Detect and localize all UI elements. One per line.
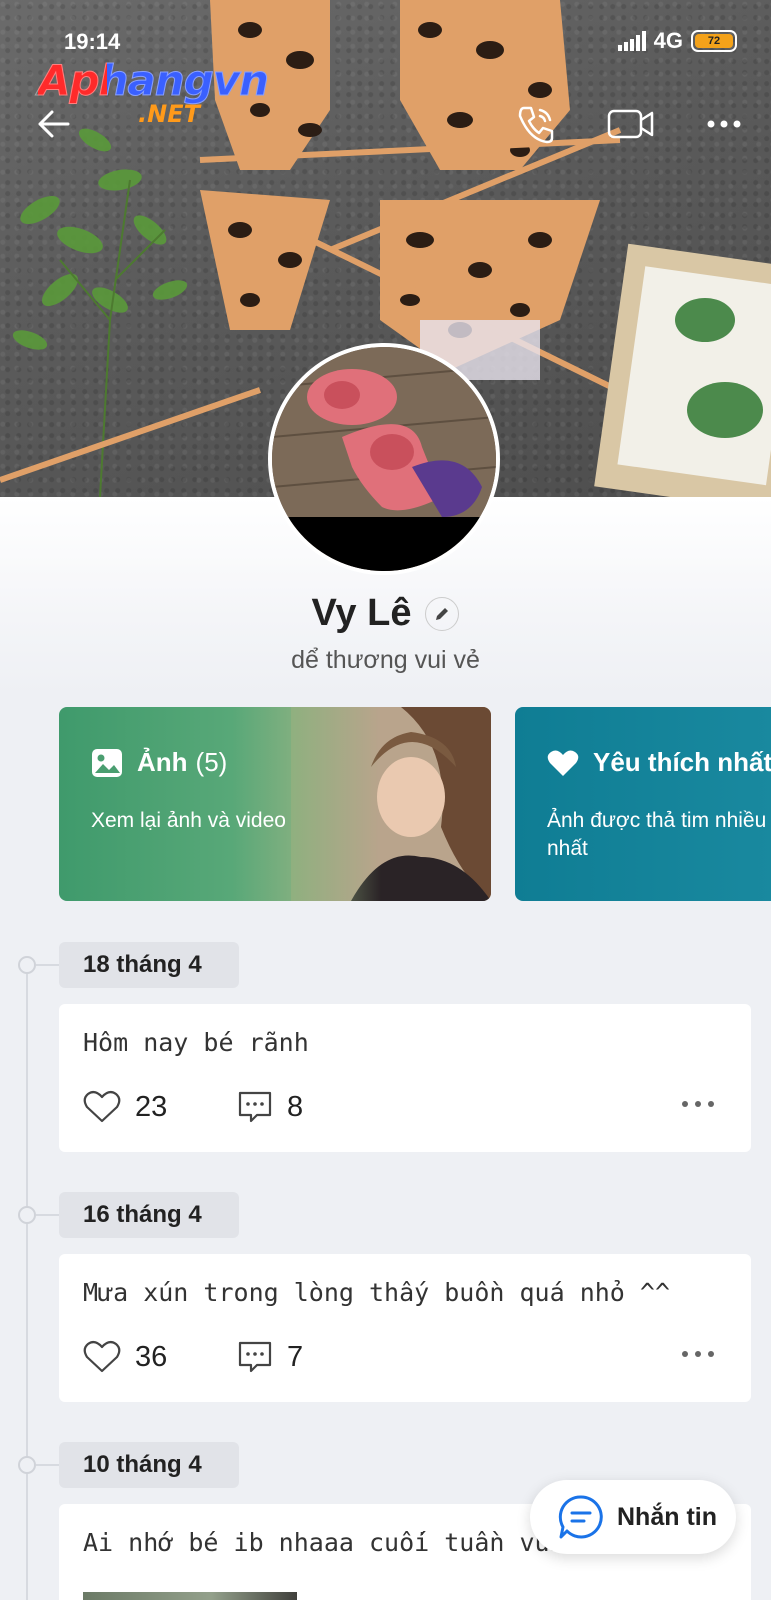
battery-icon: 72: [691, 30, 737, 52]
post-card[interactable]: Hôm nay bé rãnh 23 8: [59, 1004, 751, 1152]
date-chip: 10 tháng 4: [59, 1442, 239, 1488]
post-actions: 36 7: [83, 1340, 303, 1374]
more-dots-icon: [682, 1351, 714, 1357]
timeline-connector: [36, 1464, 60, 1466]
timeline-line: [26, 965, 28, 1600]
comment-icon: [238, 1341, 272, 1373]
video-call-button[interactable]: [606, 102, 656, 146]
comment-button[interactable]: 8: [237, 1090, 303, 1124]
date-chip: 16 tháng 4: [59, 1192, 239, 1238]
favorites-card-title: Yêu thích nhất: [547, 747, 771, 778]
profile-name-row: Vy Lê: [0, 592, 771, 635]
image-icon: [92, 748, 122, 777]
photos-card-thumbnail: [291, 707, 491, 901]
watermark-sub: .NET: [138, 100, 200, 128]
timeline-connector: [36, 1214, 60, 1216]
comment-button[interactable]: 7: [237, 1340, 303, 1374]
photos-card-label: Ảnh: [137, 747, 188, 777]
back-button[interactable]: [32, 102, 76, 146]
photos-card-title: Ảnh (5): [91, 747, 227, 778]
avatar-image: [272, 347, 496, 571]
call-button[interactable]: [514, 102, 558, 146]
chat-bubble-icon: [558, 1495, 603, 1539]
video-camera-icon: [607, 109, 654, 139]
favorites-card-label: Yêu thích nhất: [593, 747, 771, 777]
phone-icon: [518, 106, 554, 144]
photos-card[interactable]: Ảnh (5) Xem lại ảnh và video: [59, 707, 491, 901]
arrow-left-icon: [38, 110, 70, 138]
favorites-card[interactable]: Yêu thích nhất Ảnh được thả tim nhiều nh…: [515, 707, 771, 901]
watermark-logo: Aphangvn .NET: [37, 56, 269, 129]
timeline-dot: [18, 1456, 36, 1474]
photos-card-subtitle: Xem lại ảnh và video: [91, 809, 286, 832]
photos-card-count: (5): [195, 747, 228, 777]
status-bar: 19:14 4G 72: [0, 24, 771, 60]
battery-level: 72: [695, 34, 733, 48]
status-time: 19:14: [64, 29, 121, 54]
post-image[interactable]: [83, 1592, 297, 1600]
edit-name-button[interactable]: [425, 596, 460, 631]
timeline-connector: [36, 964, 60, 966]
pencil-icon: [436, 607, 449, 620]
heart-outline-icon: [83, 1340, 121, 1373]
post-text: Hôm nay bé rãnh: [83, 1028, 309, 1057]
profile-status: dể thương vui vẻ: [291, 646, 480, 674]
timeline-dot: [18, 1206, 36, 1224]
like-button[interactable]: 23: [83, 1090, 237, 1124]
favorites-card-subtitle: Ảnh được thả tim nhiều nhất: [547, 809, 767, 860]
timeline-dot: [18, 956, 36, 974]
message-button[interactable]: Nhắn tin: [530, 1480, 736, 1554]
date-chip: 18 tháng 4: [59, 942, 239, 988]
post-more-button[interactable]: [681, 1346, 715, 1364]
heart-outline-icon: [83, 1090, 121, 1123]
post-text: Mưa xún trong lòng thấy buồn quá nhỏ ^^: [83, 1278, 670, 1307]
more-dots-icon: [707, 120, 741, 128]
heart-icon: [547, 750, 579, 776]
network-type: 4G: [653, 28, 683, 53]
more-dots-icon: [682, 1101, 714, 1107]
watermark-main: Aphangvn: [37, 56, 269, 106]
more-options-button[interactable]: [702, 102, 746, 146]
avatar[interactable]: [268, 343, 500, 575]
comment-count: 7: [287, 1340, 304, 1373]
post-card[interactable]: Mưa xún trong lòng thấy buồn quá nhỏ ^^ …: [59, 1254, 751, 1402]
comment-count: 8: [287, 1090, 304, 1123]
profile-name: Vy Lê: [311, 592, 412, 634]
post-more-button[interactable]: [681, 1096, 715, 1114]
comment-icon: [238, 1091, 272, 1123]
message-button-label: Nhắn tin: [617, 1502, 717, 1531]
like-button[interactable]: 36: [83, 1340, 237, 1374]
like-count: 23: [135, 1090, 168, 1123]
post-actions: 23 8: [83, 1090, 303, 1124]
signal-icon: [617, 31, 646, 51]
status-indicators: 4G 72: [617, 28, 737, 54]
like-count: 36: [135, 1340, 168, 1373]
